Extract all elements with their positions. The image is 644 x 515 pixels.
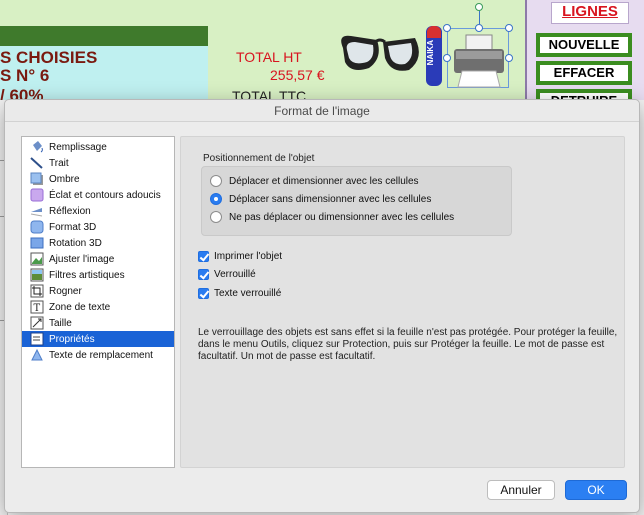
sidebar-item-label: Remplissage bbox=[49, 141, 107, 153]
radio-move-and-size[interactable]: Déplacer et dimensionner avec les cellul… bbox=[210, 175, 419, 187]
resize-handle-top-left[interactable] bbox=[443, 24, 451, 32]
radio-no-move-no-size[interactable]: Ne pas déplacer ou dimensionner avec les… bbox=[210, 211, 454, 223]
sidebar-item-texte-remplacement[interactable]: Texte de remplacement bbox=[22, 347, 174, 363]
printer-image-selected[interactable] bbox=[443, 3, 513, 88]
alt-text-icon bbox=[31, 348, 43, 361]
checkbox-label: Texte verrouillé bbox=[214, 288, 282, 299]
cancel-button[interactable]: Annuler bbox=[487, 480, 555, 500]
rotate-handle[interactable] bbox=[475, 3, 483, 11]
radio-move-no-size[interactable]: Déplacer sans dimensionner avec les cell… bbox=[210, 193, 431, 205]
total-ht-label: TOTAL HT bbox=[236, 49, 302, 65]
adjust-image-icon bbox=[30, 252, 44, 266]
resize-handle-right[interactable] bbox=[505, 54, 513, 62]
checkbox-label: Verrouillé bbox=[214, 269, 256, 280]
stapler-text: NAIKA bbox=[426, 40, 435, 66]
checkbox-print-object[interactable]: Imprimer l'objet bbox=[198, 251, 282, 262]
sidebar-item-label: Éclat et contours adoucis bbox=[49, 189, 161, 201]
radio-label: Déplacer sans dimensionner avec les cell… bbox=[229, 193, 432, 205]
sidebar-item-label: Format 3D bbox=[49, 221, 97, 233]
format-3d-icon bbox=[30, 220, 44, 234]
properties-icon bbox=[30, 332, 44, 346]
sidebar-item-filtres[interactable]: Filtres artistiques bbox=[22, 267, 174, 283]
lignes-panel: LIGNES NOUVELLE EFFACER DETRUIRE bbox=[525, 0, 644, 113]
sidebar-item-label: Propriétés bbox=[49, 333, 95, 345]
sidebar-item-rotation-3d[interactable]: Rotation 3D bbox=[22, 235, 174, 251]
svg-text:T: T bbox=[34, 303, 41, 314]
sidebar-item-ombre[interactable]: Ombre bbox=[22, 171, 174, 187]
text-box-icon: T bbox=[30, 300, 44, 314]
sidebar-item-label: Rogner bbox=[49, 285, 82, 297]
sidebar-item-trait[interactable]: Trait bbox=[22, 155, 174, 171]
selection-summary-box: S CHOISIES S N° 6 / 60% bbox=[0, 46, 208, 106]
sidebar-item-eclat[interactable]: Éclat et contours adoucis bbox=[22, 187, 174, 203]
sidebar-item-format-3d[interactable]: Format 3D bbox=[22, 219, 174, 235]
checkbox[interactable] bbox=[198, 288, 209, 299]
header-dark-strip bbox=[0, 26, 208, 46]
properties-panel: Positionnement de l'objet Déplacer et di… bbox=[180, 136, 625, 468]
sidebar-item-taille[interactable]: Taille bbox=[22, 315, 174, 331]
positioning-group-title: Positionnement de l'objet bbox=[203, 153, 315, 164]
sidebar-item-label: Texte de remplacement bbox=[49, 349, 153, 361]
artistic-filters-icon bbox=[30, 268, 44, 282]
selection-line-1: S CHOISIES bbox=[0, 48, 98, 67]
radio-button[interactable] bbox=[210, 175, 222, 187]
resize-handle-top[interactable] bbox=[475, 24, 483, 32]
sidebar-item-remplissage[interactable]: Remplissage bbox=[22, 139, 174, 155]
crop-icon bbox=[30, 284, 44, 298]
rotation-3d-icon bbox=[30, 237, 44, 249]
radio-button-selected[interactable] bbox=[210, 193, 222, 205]
sidebar-item-reflexion[interactable]: Réflexion bbox=[22, 203, 174, 219]
checkbox-label: Imprimer l'objet bbox=[214, 251, 283, 262]
sidebar-item-zone-texte[interactable]: T Zone de texte bbox=[22, 299, 174, 315]
total-ht-value: 255,57 € bbox=[270, 67, 325, 83]
stapler-image[interactable]: NAIKA bbox=[426, 26, 442, 86]
size-icon bbox=[30, 316, 44, 330]
glow-icon bbox=[30, 188, 44, 202]
sidebar-item-label: Rotation 3D bbox=[49, 237, 102, 249]
shadow-icon bbox=[30, 172, 43, 185]
nouvelle-button[interactable]: NOUVELLE bbox=[536, 33, 632, 57]
radio-label: Déplacer et dimensionner avec les cellul… bbox=[229, 175, 419, 187]
paint-bucket-icon bbox=[33, 141, 43, 153]
line-icon bbox=[30, 157, 43, 169]
radio-button[interactable] bbox=[210, 211, 222, 223]
sidebar-item-label: Ombre bbox=[49, 173, 80, 185]
checkbox-text-locked[interactable]: Texte verrouillé bbox=[198, 288, 281, 299]
radio-label: Ne pas déplacer ou dimensionner avec les… bbox=[229, 211, 455, 223]
resize-handle-left[interactable] bbox=[443, 54, 451, 62]
ok-button[interactable]: OK bbox=[565, 480, 627, 500]
sidebar-item-proprietes[interactable]: Propriétés bbox=[22, 331, 174, 347]
sidebar-item-label: Filtres artistiques bbox=[49, 269, 125, 281]
sidebar-item-label: Trait bbox=[49, 157, 69, 169]
format-image-dialog: Format de l'image Remplissage Trait Ombr… bbox=[4, 99, 640, 513]
effacer-button[interactable]: EFFACER bbox=[536, 61, 632, 85]
sidebar-item-ajuster[interactable]: Ajuster l'image bbox=[22, 251, 174, 267]
stapler-top bbox=[427, 26, 441, 38]
lignes-title: LIGNES bbox=[551, 2, 629, 24]
locking-notice: Le verrouillage des objets est sans effe… bbox=[198, 327, 618, 362]
dialog-title: Format de l'image bbox=[5, 100, 639, 122]
sidebar-item-rogner[interactable]: Rogner bbox=[22, 283, 174, 299]
glasses-image[interactable] bbox=[335, 28, 425, 80]
rotate-handle-stem bbox=[479, 11, 480, 24]
category-sidebar: Remplissage Trait Ombre Éclat et contour… bbox=[21, 136, 175, 468]
sidebar-item-label: Réflexion bbox=[49, 205, 91, 217]
sidebar-item-label: Taille bbox=[49, 317, 72, 329]
selection-line-2: S N° 6 bbox=[0, 66, 50, 85]
resize-handle-top-right[interactable] bbox=[505, 24, 513, 32]
sidebar-item-label: Ajuster l'image bbox=[49, 253, 115, 265]
reflection-icon bbox=[30, 208, 43, 217]
checkbox[interactable] bbox=[198, 251, 209, 262]
checkbox-locked[interactable]: Verrouillé bbox=[198, 269, 256, 280]
positioning-group: Déplacer et dimensionner avec les cellul… bbox=[201, 166, 512, 236]
checkbox[interactable] bbox=[198, 269, 209, 280]
sidebar-item-label: Zone de texte bbox=[49, 301, 111, 313]
